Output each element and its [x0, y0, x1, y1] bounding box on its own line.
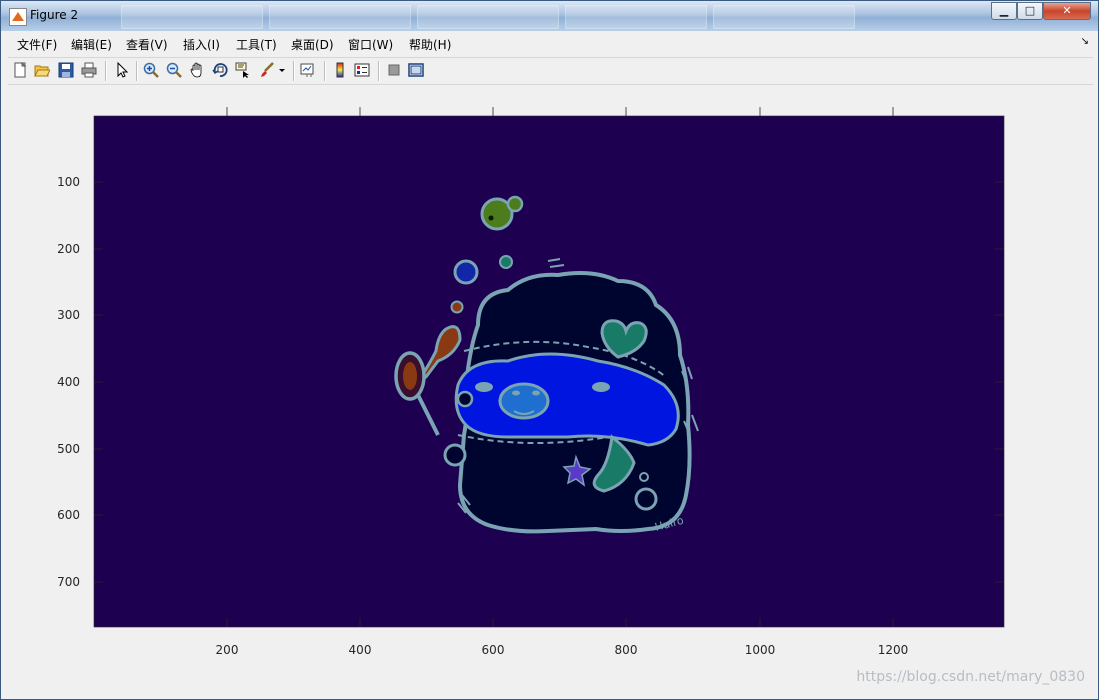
blue-bubble: [453, 259, 479, 285]
ytick-label: 700: [57, 575, 80, 589]
watermark-text: https://blog.csdn.net/mary_0830: [856, 669, 1085, 685]
figure-toolbar: [8, 57, 1093, 85]
xtick-label: 800: [614, 643, 638, 657]
open-file-icon[interactable]: [34, 62, 50, 78]
figure-canvas: Huiro 100 200 300 400 500 600 700 200 40…: [8, 85, 1093, 695]
toolbar-separator: [105, 61, 107, 81]
pan-hand-icon[interactable]: [189, 62, 205, 78]
window-title: Figure 2: [30, 8, 79, 22]
xtick-label: 200: [215, 643, 239, 657]
menu-edit[interactable]: 编辑(E): [71, 36, 112, 53]
green-bubble-small: [506, 195, 524, 213]
menu-view[interactable]: 查看(V): [126, 36, 168, 53]
link-plot-icon[interactable]: [300, 62, 316, 78]
ytick-label: 400: [57, 375, 80, 389]
ytick-label: 200: [57, 242, 80, 256]
maximize-button[interactable]: □: [1017, 2, 1043, 20]
xtick-label: 1000: [744, 643, 776, 657]
brown-bubble: [450, 300, 464, 314]
toolbar-separator: [378, 61, 380, 81]
matlab-logo-icon: [9, 8, 27, 26]
toolbar-separator: [293, 61, 295, 81]
brush-dropdown-icon[interactable]: [278, 62, 286, 78]
rotate-3d-icon[interactable]: [212, 62, 228, 78]
ytick-label: 300: [57, 308, 80, 322]
zoom-in-icon[interactable]: [143, 62, 159, 78]
image-axes: Huiro: [93, 107, 1005, 628]
minimize-button[interactable]: ▁: [991, 2, 1017, 20]
xtick-label: 600: [481, 643, 505, 657]
menu-tools[interactable]: 工具(T): [236, 36, 277, 53]
xtick-label: 400: [348, 643, 372, 657]
xtick-label: 1200: [877, 643, 909, 657]
ytick-label: 600: [57, 508, 80, 522]
menu-help[interactable]: 帮助(H): [409, 36, 451, 53]
brush-icon[interactable]: [259, 62, 275, 78]
figure-window: Figure 2 ▁ □ ✕ 文件(F) 编辑(E) 查看(V) 插入(I) 工…: [0, 0, 1099, 700]
ytick-label: 500: [57, 442, 80, 456]
toolbar-separator: [136, 61, 138, 81]
left-eye: [475, 382, 493, 392]
title-bar[interactable]: Figure 2 ▁ □ ✕: [1, 1, 1098, 31]
ytick-label: 100: [57, 175, 80, 189]
character-nose: [498, 382, 550, 420]
right-eye: [592, 382, 610, 392]
menu-file[interactable]: 文件(F): [17, 36, 57, 53]
teal-bubble: [499, 255, 513, 269]
new-figure-icon[interactable]: [12, 62, 28, 78]
close-button[interactable]: ✕: [1043, 2, 1091, 20]
legend-icon[interactable]: [354, 62, 370, 78]
menu-desktop[interactable]: 桌面(D): [291, 36, 334, 53]
menu-insert[interactable]: 插入(I): [183, 36, 220, 53]
edit-plot-arrow-icon[interactable]: [114, 62, 130, 78]
menu-bar: 文件(F) 编辑(E) 查看(V) 插入(I) 工具(T) 桌面(D) 窗口(W…: [8, 32, 1093, 54]
colorbar-icon[interactable]: [332, 62, 348, 78]
zoom-out-icon[interactable]: [166, 62, 182, 78]
save-icon[interactable]: [58, 62, 74, 78]
hide-plot-tools-icon[interactable]: [386, 62, 402, 78]
show-plot-tools-icon[interactable]: [408, 62, 424, 78]
menu-window[interactable]: 窗口(W): [348, 36, 393, 53]
print-icon[interactable]: [81, 62, 97, 78]
menu-overflow-icon[interactable]: ↘: [1081, 36, 1089, 47]
toolbar-separator: [324, 61, 326, 81]
data-cursor-icon[interactable]: [235, 62, 251, 78]
